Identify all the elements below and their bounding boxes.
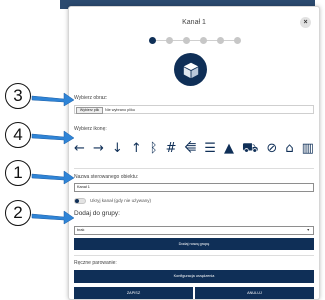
- step-2[interactable]: [166, 37, 173, 44]
- bar-chart-icon[interactable]: ▥: [302, 140, 314, 158]
- arrow-down-icon[interactable]: ↓: [112, 140, 123, 158]
- usb-icon[interactable]: ⭅: [185, 140, 197, 158]
- group-select[interactable]: brak ▼: [74, 226, 314, 235]
- ban-icon[interactable]: ⊘: [266, 140, 277, 158]
- channel-avatar: [174, 53, 207, 86]
- bluetooth-icon[interactable]: ᛒ: [150, 140, 158, 158]
- toggle-knob: [75, 199, 79, 203]
- file-picker: Wybierz plik Nie wybrano pliku: [74, 105, 314, 114]
- annotation-badge-4: 4: [5, 122, 31, 148]
- device-config-button[interactable]: Konfiguracja urządzenia: [74, 270, 314, 283]
- annotation-arrow-4: [31, 130, 75, 145]
- step-3[interactable]: [183, 37, 190, 44]
- modal-title: Kanał 1: [182, 19, 206, 26]
- step-4[interactable]: [200, 37, 207, 44]
- divider: [74, 168, 314, 169]
- cancel-button[interactable]: ANULUJ: [195, 287, 314, 299]
- icon-label: Wybierz ikonę:: [74, 126, 107, 132]
- annotation-badge-2: 2: [5, 200, 31, 226]
- hide-channel-toggle[interactable]: [74, 198, 86, 204]
- pairing-label: Ręczne parowanie:: [74, 260, 117, 266]
- channel-modal: Kanał 1 × Wybierz obraz: Wybierz plik Ni…: [68, 6, 320, 300]
- object-name-input[interactable]: Kanał 1: [74, 183, 314, 192]
- group-label: Dodaj do grupy:: [74, 210, 120, 217]
- step-5[interactable]: [217, 37, 224, 44]
- close-button[interactable]: ×: [300, 17, 311, 28]
- cube-icon: [183, 62, 198, 78]
- annotation-badge-3: 3: [5, 83, 31, 109]
- icon-picker: ← → ↓ ↑ ᛒ # ⭅ ☰ ▲ ⛟ ⊘ ⌂ ▥: [74, 140, 314, 158]
- object-name-label: Nazwa sterowanego obiektu:: [74, 174, 139, 180]
- car-icon[interactable]: ⛟: [242, 140, 258, 158]
- divider: [74, 255, 314, 256]
- area-chart-icon[interactable]: ▲: [224, 140, 234, 158]
- hide-channel-label: Ukryj kanał (gdy nie używany): [90, 198, 152, 203]
- step-6[interactable]: [234, 37, 241, 44]
- hashtag-icon[interactable]: #: [166, 140, 177, 158]
- save-button[interactable]: ZAPISZ: [74, 287, 193, 299]
- choose-file-button[interactable]: Wybierz plik: [76, 107, 103, 114]
- bank-icon[interactable]: ⌂: [285, 140, 293, 158]
- add-group-button[interactable]: Dodaj nową grupę: [74, 238, 314, 250]
- file-status: Nie wybrano pliku: [105, 108, 135, 112]
- annotation-arrow-3: [31, 92, 75, 107]
- group-select-value: brak: [77, 228, 85, 232]
- arrow-up-icon[interactable]: ↑: [131, 140, 142, 158]
- annotation-arrow-1: [31, 170, 75, 185]
- menu-bars-icon[interactable]: ☰: [204, 140, 216, 158]
- image-label: Wybierz obraz:: [74, 95, 108, 101]
- step-1[interactable]: [149, 37, 156, 44]
- annotation-arrow-2: [31, 210, 75, 225]
- chevron-down-icon: ▼: [306, 228, 310, 232]
- annotation-badge-1: 1: [5, 160, 31, 186]
- arrow-right-icon[interactable]: →: [93, 140, 104, 158]
